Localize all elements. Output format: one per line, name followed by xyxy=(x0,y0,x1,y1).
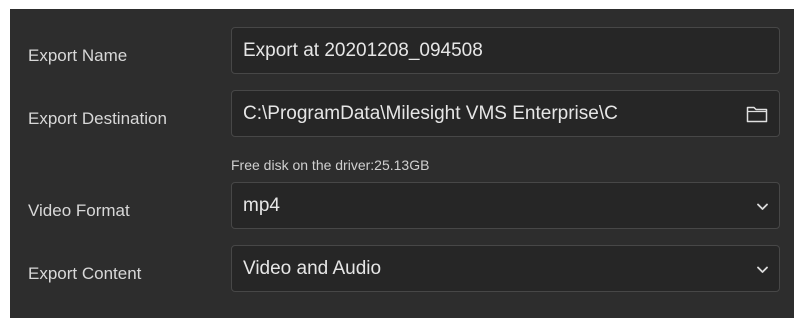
export-destination-value: C:\ProgramData\Milesight VMS Enterprise\… xyxy=(243,103,618,124)
chevron-down-icon xyxy=(757,266,768,273)
video-format-label: Video Format xyxy=(28,201,130,220)
export-name-value: Export at 20201208_094508 xyxy=(243,40,483,61)
video-format-value: mp4 xyxy=(243,195,280,216)
export-settings-panel: Export Name Export at 20201208_094508 Ex… xyxy=(10,9,794,318)
export-name-label: Export Name xyxy=(28,46,128,65)
free-disk-text: Free disk on the driver:25.13GB xyxy=(231,157,430,173)
folder-icon[interactable] xyxy=(746,105,768,123)
export-destination-label: Export Destination xyxy=(28,109,167,128)
export-destination-input[interactable]: C:\ProgramData\Milesight VMS Enterprise\… xyxy=(231,90,780,137)
export-name-input[interactable]: Export at 20201208_094508 xyxy=(231,27,780,74)
export-content-label: Export Content xyxy=(28,264,142,283)
export-content-select[interactable]: Video and Audio xyxy=(231,245,780,292)
chevron-down-icon xyxy=(757,203,768,210)
export-content-value: Video and Audio xyxy=(243,258,382,279)
video-format-select[interactable]: mp4 xyxy=(231,182,780,229)
